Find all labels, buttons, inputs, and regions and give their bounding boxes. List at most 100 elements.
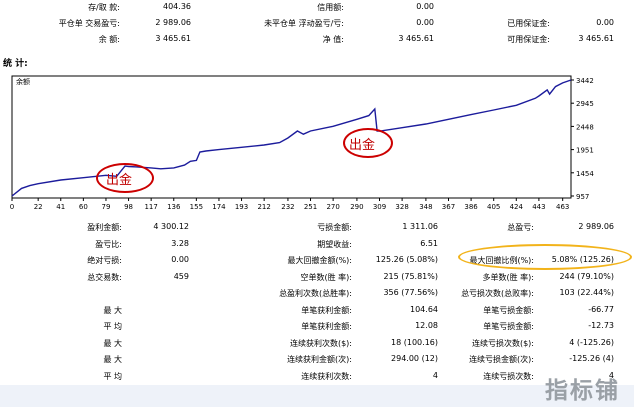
x-tick-label: 251 — [304, 203, 317, 211]
stats-label: 期望收益: — [317, 239, 352, 249]
x-tick-label: 386 — [464, 203, 478, 211]
stats-label: 最 大 — [103, 355, 122, 364]
stats-value: 294.00 (12) — [391, 354, 438, 363]
stats-value: 3.28 — [171, 238, 189, 248]
stats-label: 总盈利次数(总胜率): — [279, 289, 352, 298]
stats-value: 4 300.12 — [153, 222, 189, 231]
stats-label: 单笔获利金额: — [301, 322, 352, 331]
x-tick-label: 22 — [34, 203, 43, 211]
stats-label: 总亏损次数(总败率): — [461, 289, 534, 298]
stats-value: 1 311.06 — [402, 222, 438, 231]
stats-value: 2 989.06 — [578, 222, 614, 231]
balance-chart-svg: 余额 957 1454 1951 2448 2945 3442 0 22 41 60 79 98 117 1… — [10, 75, 594, 211]
summary-row: 平仓单 交易盈亏: 2 989.06 未平仓单 浮动盈亏/亏: 0.00 已用保证金: 0… — [0, 16, 634, 32]
stats-row: 最 大 单笔获利金额: 104.64 单笔亏损金额: -66.77 — [0, 303, 634, 319]
summary-value: 3 465.61 — [578, 34, 614, 43]
stats-label: 绝对亏损: — [87, 256, 122, 265]
stats-value: 356 (77.56%) — [383, 288, 438, 297]
summary-value: 0.00 — [416, 18, 434, 27]
footer-band — [0, 385, 634, 407]
x-tick-label: 328 — [395, 203, 408, 211]
stats-value: 6.51 — [420, 238, 438, 248]
x-tick-label: 424 — [510, 203, 524, 211]
stats-row: 最 大 连续获利金额(次): 294.00 (12) 连续亏损金额(次): -125.2… — [0, 352, 634, 368]
summary-label: 可用保证金: — [507, 35, 550, 44]
x-tick-label: 309 — [373, 203, 386, 211]
stats-row: 平 均 单笔获利金额: 12.08 单笔亏损金额: -12.73 — [0, 319, 634, 335]
stats-label: 亏损金额: — [317, 223, 352, 232]
x-tick-label: 443 — [532, 203, 545, 211]
stats-value: 4 — [432, 370, 438, 380]
stats-row: 总盈利次数(总胜率): 356 (77.56%) 总亏损次数(总败率): 103 (2… — [0, 286, 634, 302]
legend-label: 余额 — [16, 77, 30, 86]
stats-label: 平 均 — [103, 322, 122, 331]
max-drawdown-highlight — [458, 244, 632, 270]
stats-label: 最大回撤金额(%): — [287, 256, 352, 265]
summary-value: 0.00 — [416, 2, 434, 11]
withdraw-label-1: 出金 — [106, 173, 133, 188]
x-tick-label: 193 — [235, 203, 248, 211]
stats-label: 空单数(胜 率): — [300, 272, 352, 282]
summary-row: 余 额: 3 465.61 净 值: 3 465.61 可用保证金: 3 465.61 — [0, 32, 634, 48]
x-tick-label: 290 — [350, 203, 363, 211]
y-tick-label: 2448 — [576, 123, 594, 131]
stats-value: 0.00 — [171, 255, 189, 264]
summary-label: 未平仓单 浮动盈亏/亏: — [264, 19, 344, 28]
y-tick-label: 1951 — [576, 147, 594, 155]
x-tick-label: 41 — [56, 203, 65, 211]
stats-label: 最 大 — [103, 305, 122, 315]
stats-label: 连续获利次数($): — [289, 338, 352, 348]
stats-label: 多单数(胜 率): — [482, 272, 534, 282]
x-tick-label: 405 — [487, 203, 500, 211]
x-tick-label: 0 — [10, 203, 14, 211]
x-tick-label: 136 — [167, 203, 181, 211]
x-tick-label: 348 — [419, 203, 432, 211]
stats-value: 103 (22.44%) — [559, 288, 614, 297]
stats-label: 单笔获利金额: — [301, 305, 352, 315]
x-tick-label: 79 — [101, 203, 110, 211]
stats-label: 连续亏损次数: — [483, 371, 534, 381]
stats-label: 最 大 — [103, 338, 122, 348]
stats-label: 总交易数: — [87, 272, 122, 282]
summary-label: 余 额: — [98, 35, 120, 44]
stats-label: 连续亏损次数($): — [471, 338, 534, 348]
stats-label: 单笔亏损金额: — [483, 322, 534, 331]
y-tick-label: 3442 — [576, 77, 594, 85]
x-tick-label: 155 — [190, 203, 203, 211]
summary-value: 0.00 — [596, 18, 614, 27]
y-tick-label: 1454 — [576, 170, 594, 178]
stats-value: 4 (-125.26) — [569, 337, 614, 347]
summary-label: 存/取 款: — [88, 3, 120, 12]
y-tick-label: 2945 — [576, 100, 594, 108]
summary-row: 存/取 款: 404.36 信用额: 0.00 — [0, 0, 634, 16]
stats-value: 18 (100.16) — [391, 337, 438, 347]
summary-value: 2 989.06 — [155, 18, 191, 27]
y-tick-label: 957 — [576, 193, 589, 201]
stats-value: -12.73 — [588, 321, 614, 330]
withdraw-label-2: 出金 — [349, 138, 376, 153]
stats-label: 连续获利次数: — [301, 371, 352, 381]
stats-value: 104.64 — [410, 304, 438, 314]
stats-row: 最 大 连续获利次数($): 18 (100.16) 连续亏损次数($): 4 (-12… — [0, 336, 634, 352]
summary-label: 已用保证金: — [507, 19, 550, 28]
x-tick-label: 174 — [212, 203, 226, 211]
x-tick-label: 212 — [257, 203, 270, 211]
stats-label: 盈亏比: — [95, 239, 122, 249]
balance-chart: 余额 957 1454 1951 2448 2945 3442 0 22 41 60 79 98 117 1… — [0, 70, 634, 216]
summary-label: 平仓单 交易盈亏: — [58, 19, 120, 28]
x-tick-label: 367 — [442, 203, 455, 211]
x-tick-label: 60 — [79, 203, 88, 211]
stats-label: 平 均 — [103, 371, 122, 381]
stats-value: 459 — [173, 271, 189, 281]
watermark: 指标铺 — [545, 378, 620, 404]
stats-value: -66.77 — [588, 304, 614, 314]
x-tick-label: 232 — [281, 203, 294, 211]
summary-label: 信用额: — [317, 3, 344, 12]
stats-value: 12.08 — [415, 321, 438, 330]
summary-value: 404.36 — [163, 2, 191, 11]
account-summary: 存/取 款: 404.36 信用额: 0.00 平仓单 交易盈亏: 2 989.06 未平仓… — [0, 0, 634, 50]
summary-label: 净 值: — [322, 35, 344, 44]
summary-value: 3 465.61 — [398, 34, 434, 43]
stats-value: 215 (75.81%) — [383, 271, 438, 281]
stats-label: 盈利金额: — [87, 223, 122, 232]
